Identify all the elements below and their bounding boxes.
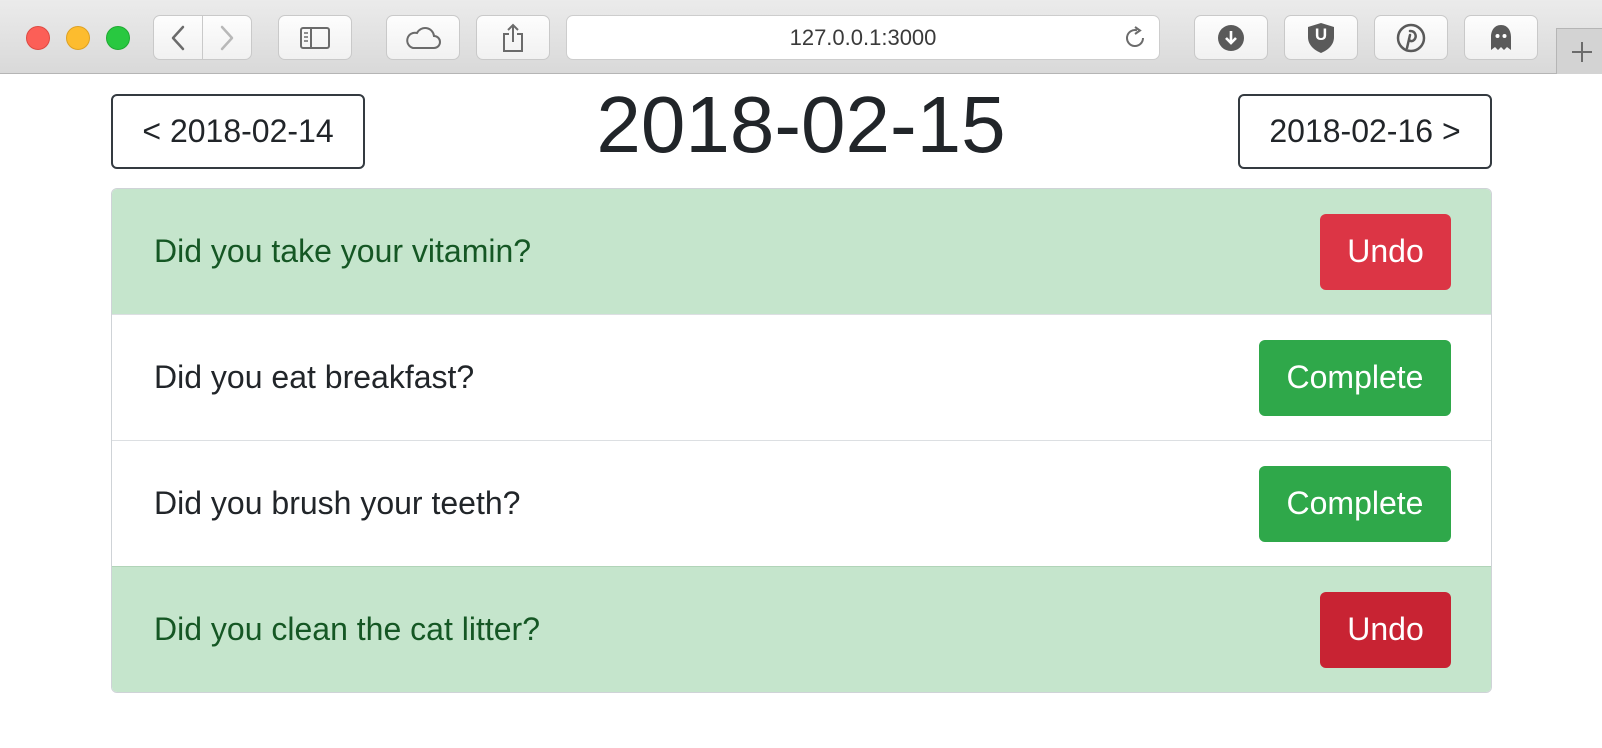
ublock-extension-button[interactable]: U [1284, 15, 1358, 60]
downloads-button[interactable] [1194, 15, 1268, 60]
pinterest-extension-button[interactable] [1374, 15, 1448, 60]
chevron-left-icon [171, 25, 185, 50]
habit-row-cat-litter: Did you clean the cat litter? Undo [112, 566, 1491, 692]
share-icon [503, 23, 523, 52]
back-button[interactable] [153, 15, 203, 60]
zoom-window-button[interactable] [106, 26, 130, 50]
chevron-right-icon [220, 25, 234, 50]
habit-list: Did you take your vitamin? Undo Did you … [111, 188, 1492, 693]
habit-question: Did you eat breakfast? [154, 359, 475, 395]
close-window-button[interactable] [26, 26, 50, 50]
habit-row-vitamin: Did you take your vitamin? Undo [112, 189, 1491, 314]
minimize-window-button[interactable] [66, 26, 90, 50]
ghostery-extension-button[interactable] [1464, 15, 1538, 60]
reload-icon [1126, 26, 1145, 47]
new-tab-button[interactable] [1556, 28, 1602, 74]
forward-button[interactable] [202, 15, 252, 60]
plus-icon [1571, 41, 1592, 62]
habit-question: Did you clean the cat litter? [154, 611, 540, 647]
complete-button[interactable]: Complete [1259, 339, 1451, 416]
next-day-button[interactable]: 2018-02-16 > [1238, 94, 1492, 169]
ghostery-icon [1491, 24, 1511, 50]
download-icon [1218, 24, 1244, 51]
habit-row-breakfast: Did you eat breakfast? Complete [112, 314, 1491, 440]
complete-button[interactable]: Complete [1259, 465, 1451, 542]
habit-row-teeth: Did you brush your teeth? Complete [112, 440, 1491, 566]
sidebar-icon [300, 26, 330, 49]
undo-button[interactable]: Undo [1320, 591, 1451, 668]
icloud-tabs-button[interactable] [386, 15, 460, 60]
url-text: 127.0.0.1:3000 [789, 24, 937, 50]
pinterest-icon [1396, 23, 1426, 52]
habit-question: Did you take your vitamin? [154, 233, 532, 269]
ublock-letter: U [1314, 25, 1328, 44]
previous-day-button[interactable]: < 2018-02-14 [111, 94, 365, 169]
page-title: 2018-02-15 [596, 80, 1006, 169]
habit-question: Did you brush your teeth? [154, 485, 521, 521]
reload-button[interactable] [1123, 26, 1147, 55]
address-bar[interactable]: 127.0.0.1:3000 [566, 15, 1160, 60]
sidebar-button[interactable] [278, 15, 352, 60]
share-button[interactable] [476, 15, 550, 60]
undo-button[interactable]: Undo [1320, 213, 1451, 290]
cloud-icon [406, 26, 441, 49]
browser-toolbar: 127.0.0.1:3000 U [0, 0, 1602, 74]
